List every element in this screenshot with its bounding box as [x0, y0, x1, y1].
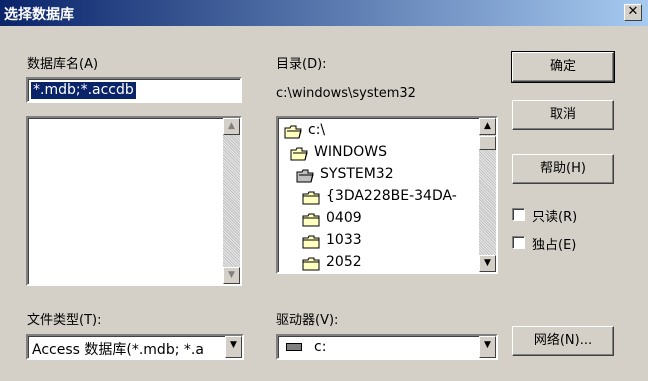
- ok-button[interactable]: 确定: [511, 51, 615, 83]
- directory-label: 目录(D):: [276, 57, 327, 72]
- exclusive-label: 独占(E): [532, 238, 577, 253]
- directory-item-label: 0409: [326, 210, 362, 226]
- chevron-down-icon[interactable]: ▼: [479, 336, 496, 358]
- readonly-label: 只读(R): [532, 210, 578, 225]
- folder-icon: [302, 235, 320, 249]
- file-type-select[interactable]: Access 数据库(*.mdb; *.a ▼: [26, 334, 244, 360]
- directory-item-label: 1033: [326, 232, 362, 248]
- directory-item-label: {3DA228BE-34DA-: [326, 188, 457, 204]
- drive-icon: [286, 343, 302, 351]
- file-type-value: Access 数据库(*.mdb; *.a: [32, 342, 204, 358]
- drives-label: 驱动器(V):: [276, 313, 339, 328]
- folder-icon: [302, 257, 320, 271]
- window-title: 选择数据库: [4, 7, 74, 23]
- select-database-dialog: 选择数据库 ✕ 数据库名(A) *.mdb;*.accdb ▲ ▼ 目录(D):…: [0, 0, 648, 381]
- file-list-scrollbar[interactable]: ▲ ▼: [223, 118, 240, 284]
- drives-select[interactable]: c: ▼: [276, 334, 498, 360]
- help-button[interactable]: 帮助(H): [512, 154, 614, 184]
- directory-path: c:\windows\system32: [276, 86, 416, 101]
- cancel-button[interactable]: 取消: [512, 100, 614, 130]
- file-list[interactable]: ▲ ▼: [26, 116, 242, 286]
- drives-value: c:: [314, 339, 327, 355]
- directory-item-label: WINDOWS: [314, 144, 387, 160]
- chevron-down-icon[interactable]: ▼: [225, 336, 242, 358]
- exclusive-checkbox[interactable]: [512, 236, 525, 249]
- folder-icon: [302, 213, 320, 227]
- folder-icon: [302, 191, 320, 205]
- directory-scrollbar[interactable]: ▲ ▼: [479, 118, 496, 272]
- directory-item-label: c:\: [308, 122, 326, 138]
- folder-open-icon: [296, 169, 314, 183]
- directory-tree[interactable]: c:\ WINDOWS SYSTEM32 {3DA228BE-34DA- 0409 103…: [276, 116, 498, 274]
- close-button[interactable]: ✕: [624, 4, 642, 21]
- title-bar[interactable]: 选择数据库 ✕: [0, 0, 648, 26]
- scroll-up-icon[interactable]: ▲: [223, 118, 240, 135]
- directory-item-label: 2052: [326, 254, 362, 270]
- scroll-down-icon[interactable]: ▼: [479, 255, 496, 272]
- network-button[interactable]: 网络(N)...: [512, 326, 614, 356]
- scroll-up-icon[interactable]: ▲: [479, 118, 496, 135]
- db-name-label: 数据库名(A): [27, 57, 99, 72]
- db-name-input[interactable]: *.mdb;*.accdb: [26, 77, 242, 103]
- folder-open-icon: [284, 125, 302, 139]
- directory-item-label: SYSTEM32: [320, 166, 394, 182]
- file-type-label: 文件类型(T):: [27, 313, 102, 328]
- folder-open-icon: [290, 147, 308, 161]
- scroll-down-icon[interactable]: ▼: [223, 267, 240, 284]
- db-name-value: *.mdb;*.accdb: [31, 82, 136, 99]
- readonly-checkbox[interactable]: [512, 208, 525, 221]
- scroll-thumb[interactable]: [479, 136, 496, 150]
